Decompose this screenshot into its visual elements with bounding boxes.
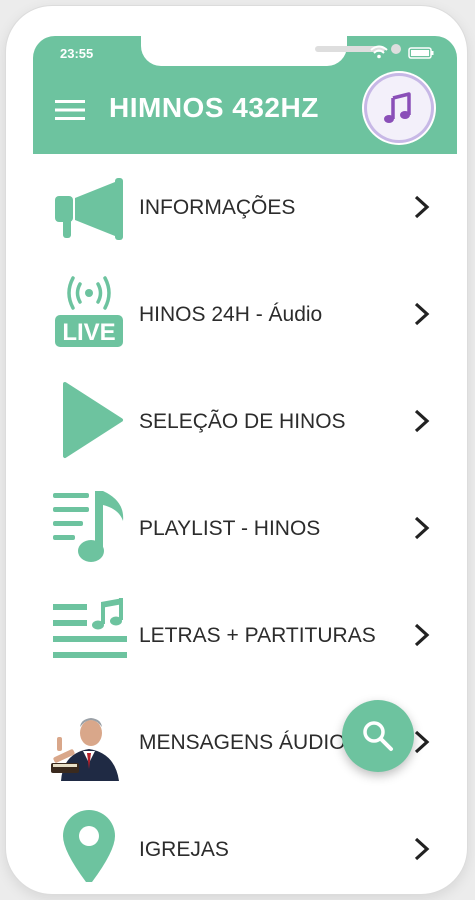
live-text: LIVE [62, 319, 115, 346]
status-time: 23:55 [60, 46, 94, 61]
menu-item-label: SELEÇÃO DE HINOS [139, 409, 346, 433]
chevron-right-icon [414, 302, 430, 326]
search-fab-button[interactable] [342, 700, 414, 772]
app-bar: 23:55 HIMNOS 432HZ [33, 36, 457, 154]
menu-item-label: PLAYLIST - HINOS [139, 516, 321, 540]
lyrics-sheet-music-icon [53, 598, 127, 658]
menu-item-label: IGREJAS [139, 837, 229, 861]
menu-item-informacoes[interactable]: INFORMAÇÕES [33, 154, 457, 261]
menu-item-selecao-de-hinos[interactable]: SELEÇÃO DE HINOS [33, 368, 457, 475]
hamburger-menu-icon[interactable] [55, 98, 87, 122]
app-title: HIMNOS 432HZ [109, 92, 319, 123]
playlist-music-note-icon [53, 491, 124, 562]
chevron-right-icon [414, 730, 430, 754]
location-pin-icon [63, 810, 115, 882]
music-note-icon [384, 92, 411, 123]
chevron-right-icon [414, 409, 430, 433]
menu-item-letras-partituras[interactable]: LETRAS + PARTITURAS [33, 582, 457, 689]
phone-notch [141, 36, 401, 66]
menu-item-hinos-24h[interactable]: LIVE HINOS 24H - Áudio [33, 261, 457, 368]
phone-frame: 23:55 HIMNOS 432HZ INFORMAÇÕES LIVE HINO… [6, 6, 467, 894]
wifi-icon [370, 45, 388, 59]
status-icons [370, 45, 434, 59]
menu-item-label: HINOS 24H - Áudio [139, 302, 323, 326]
chevron-right-icon [414, 516, 430, 540]
menu-item-playlist-hinos[interactable]: PLAYLIST - HINOS [33, 475, 457, 582]
menu-item-label: MENSAGENS ÁUDIOS [139, 730, 360, 754]
preacher-photo [51, 718, 119, 781]
music-logo-avatar[interactable] [367, 76, 431, 140]
play-icon [63, 382, 123, 458]
menu-item-label: LETRAS + PARTITURAS [139, 623, 376, 647]
chevron-right-icon [414, 837, 430, 861]
chevron-right-icon [414, 623, 430, 647]
megaphone-icon [55, 178, 123, 240]
search-icon [363, 721, 393, 751]
battery-icon [408, 47, 434, 59]
live-broadcast-icon: LIVE [55, 276, 123, 347]
main-menu-list: INFORMAÇÕES LIVE HINOS 24H - Áudio SELEÇ… [33, 154, 457, 882]
menu-item-label: INFORMAÇÕES [139, 195, 296, 219]
chevron-right-icon [414, 195, 430, 219]
menu-item-igrejas[interactable]: IGREJAS [33, 796, 457, 882]
